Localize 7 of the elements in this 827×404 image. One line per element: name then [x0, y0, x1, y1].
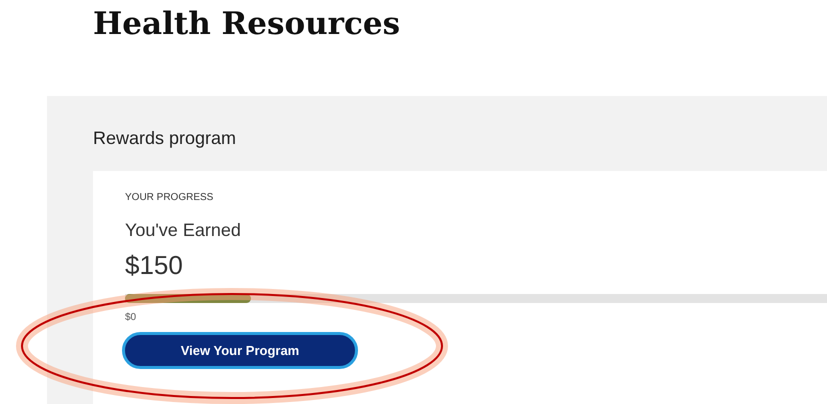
panel-heading: Rewards program: [93, 127, 236, 150]
earned-amount: $150: [125, 249, 183, 281]
minimum-label: $0: [125, 312, 136, 324]
earned-label: You've Earned: [125, 219, 241, 241]
page-title: Health Resources: [93, 5, 400, 44]
view-program-button[interactable]: View Your Program: [122, 332, 358, 369]
eyebrow-label: YOUR PROGRESS: [125, 191, 214, 205]
